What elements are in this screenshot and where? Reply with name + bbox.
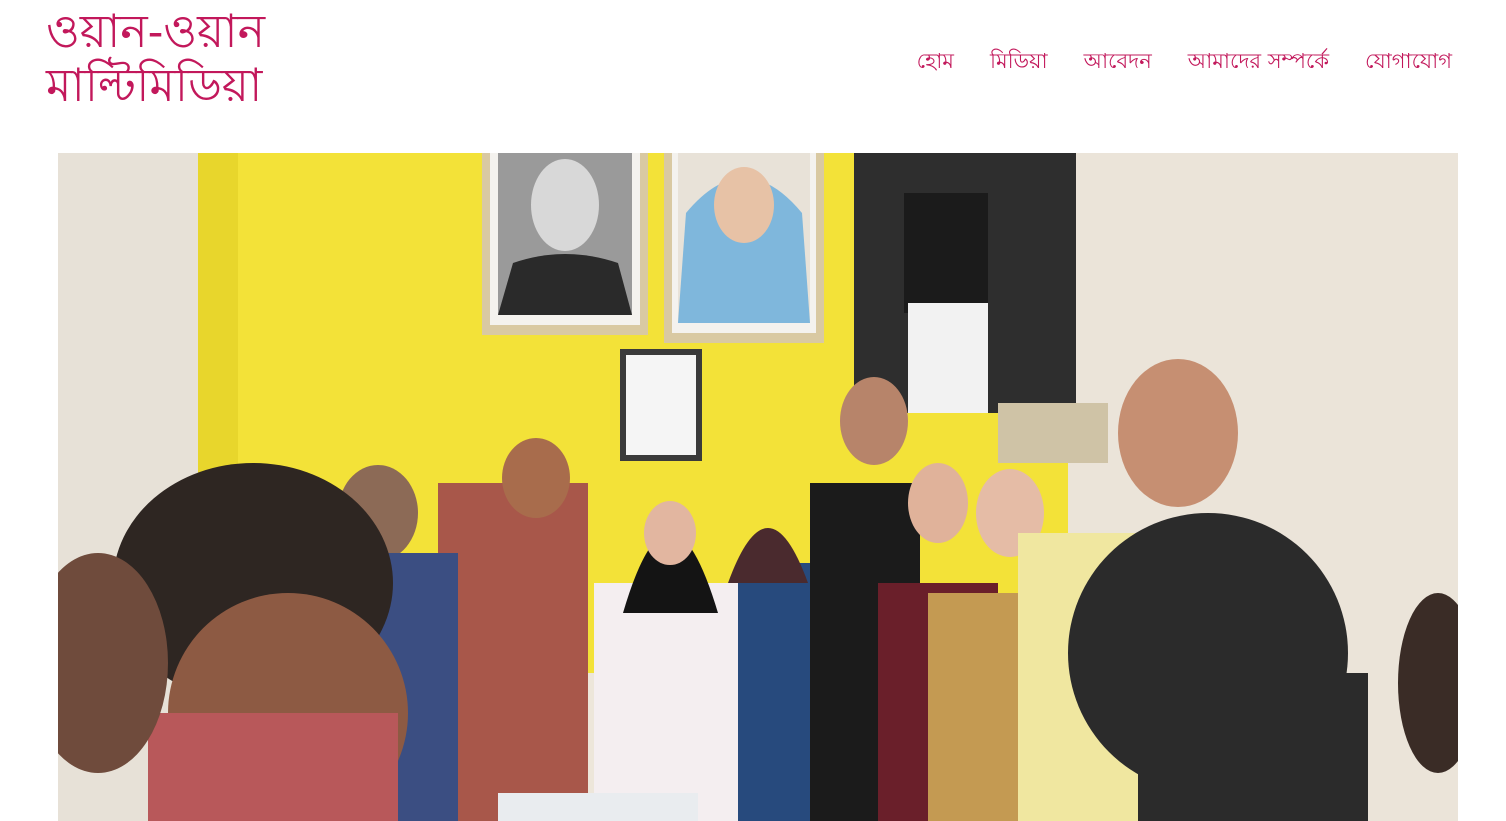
- nav-item-apply[interactable]: আবেদন: [1084, 49, 1152, 73]
- site-header: ওয়ান-ওয়ান মাল্টিমিডিয়া হোম মিডিয়া আব…: [0, 0, 1506, 153]
- portrait-frame-left: [482, 153, 648, 335]
- hero-slider: ‹ ›: [58, 153, 1458, 821]
- nav-item-home[interactable]: হোম: [917, 49, 954, 73]
- logo-line-2: মাল্টিমিডিয়া: [46, 58, 263, 112]
- portrait-frame-center: [664, 153, 824, 343]
- poster-banner: [854, 153, 1076, 413]
- site-logo[interactable]: ওয়ান-ওয়ান মাল্টিমিডিয়া: [46, 4, 346, 112]
- hero-slide-photo: [58, 153, 1458, 821]
- nav-item-contact[interactable]: যোগাযোগ: [1365, 49, 1452, 73]
- nav-item-about[interactable]: আমাদের সম্পর্কে: [1188, 49, 1329, 73]
- certificate-frame: [620, 349, 702, 461]
- main-nav: হোম মিডিয়া আবেদন আমাদের সম্পর্কে যোগাযো…: [917, 44, 1452, 78]
- logo-line-1: ওয়ান-ওয়ান: [46, 4, 266, 58]
- nav-item-media[interactable]: মিডিয়া: [990, 49, 1048, 73]
